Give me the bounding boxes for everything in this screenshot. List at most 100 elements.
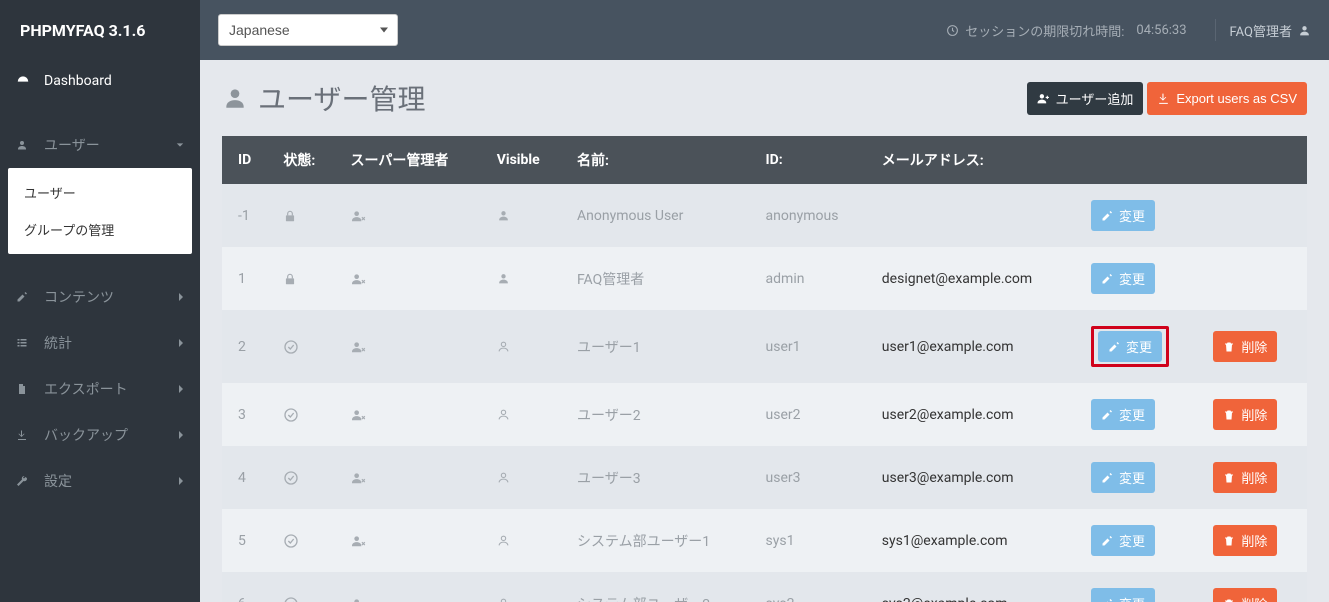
wrench-icon: [16, 475, 34, 487]
delete-button[interactable]: 削除: [1213, 525, 1277, 556]
pencil-icon: [1101, 472, 1113, 484]
user-icon: [497, 340, 510, 353]
trash-icon: [1223, 598, 1235, 602]
cell-delete: 削除: [1201, 446, 1307, 509]
cell-edit: 変更: [1079, 383, 1201, 446]
cell-id: 1: [222, 247, 271, 310]
sidebar-item-stats[interactable]: 統計: [0, 320, 200, 366]
chevron-right-icon: [178, 476, 184, 486]
cell-delete: 削除: [1201, 509, 1307, 572]
cell-id: 6: [222, 572, 271, 602]
page-title: ユーザー管理: [222, 78, 425, 118]
col-name: 名前:: [565, 136, 754, 184]
cell-login: sys2: [754, 572, 870, 602]
user-icon: [222, 85, 248, 111]
cell-edit: 変更: [1079, 572, 1201, 602]
cell-email: user3@example.com: [870, 446, 1079, 509]
delete-label: 削除: [1241, 405, 1267, 424]
delete-label: 削除: [1241, 531, 1267, 550]
highlight-box: 変更: [1091, 326, 1169, 367]
edit-label: 変更: [1119, 531, 1145, 550]
sidebar-item-settings[interactable]: 設定: [0, 458, 200, 504]
cell-visible: [485, 572, 565, 602]
pencil-icon: [1101, 273, 1113, 285]
delete-button[interactable]: 削除: [1213, 399, 1277, 430]
cell-name: システム部ユーザー1: [565, 509, 754, 572]
user-times-icon: [351, 408, 367, 422]
edit-button[interactable]: 変更: [1091, 399, 1155, 430]
delete-button[interactable]: 削除: [1213, 462, 1277, 493]
sidebar-sub-groups[interactable]: グループの管理: [8, 211, 192, 248]
divider: [1215, 19, 1216, 41]
table-row: 4ユーザー3user3user3@example.com変更削除: [222, 446, 1307, 509]
lock-icon: [283, 272, 297, 286]
user-icon: [497, 408, 510, 421]
cell-login: sys1: [754, 509, 870, 572]
sidebar-item-contents[interactable]: コンテンツ: [0, 274, 200, 320]
sidebar-item-backup[interactable]: バックアップ: [0, 412, 200, 458]
edit-button[interactable]: 変更: [1091, 525, 1155, 556]
edit-button[interactable]: 変更: [1091, 462, 1155, 493]
user-icon: [497, 272, 510, 285]
cell-name: Anonymous User: [565, 184, 754, 247]
cell-status: [271, 310, 338, 383]
delete-label: 削除: [1241, 594, 1267, 602]
edit-button[interactable]: 変更: [1091, 200, 1155, 231]
cell-id: 3: [222, 383, 271, 446]
cell-email: sys2@example.com: [870, 572, 1079, 602]
cell-login: user1: [754, 310, 870, 383]
cell-login: anonymous: [754, 184, 870, 247]
page-title-text: ユーザー管理: [258, 78, 425, 118]
trash-icon: [1223, 535, 1235, 547]
table-row: 6システム部ユーザー2sys2sys2@example.com変更削除: [222, 572, 1307, 602]
chevron-right-icon: [178, 338, 184, 348]
pencil-icon: [1108, 341, 1120, 353]
cell-id: 2: [222, 310, 271, 383]
cell-delete: [1201, 184, 1307, 247]
edit-button[interactable]: 変更: [1091, 588, 1155, 602]
chevron-right-icon: [178, 292, 184, 302]
delete-button[interactable]: 削除: [1213, 331, 1277, 362]
admin-menu[interactable]: FAQ管理者: [1230, 21, 1311, 40]
trash-icon: [1223, 341, 1235, 353]
cell-visible: [485, 446, 565, 509]
export-csv-button[interactable]: Export users as CSV: [1147, 82, 1307, 115]
edit-label: 変更: [1119, 405, 1145, 424]
check-circle-icon: [283, 533, 299, 549]
cell-name: ユーザー2: [565, 383, 754, 446]
user-icon: [497, 534, 510, 547]
cell-status: [271, 247, 338, 310]
cell-super: [339, 446, 485, 509]
cell-email: user1@example.com: [870, 310, 1079, 383]
cell-delete: [1201, 247, 1307, 310]
edit-button[interactable]: 変更: [1091, 263, 1155, 294]
delete-button[interactable]: 削除: [1213, 588, 1277, 602]
chevron-down-icon: [176, 141, 184, 149]
lock-icon: [283, 209, 297, 223]
edit-label: 変更: [1126, 337, 1152, 356]
cell-name: ユーザー3: [565, 446, 754, 509]
edit-button[interactable]: 変更: [1098, 331, 1162, 362]
session-timer: セッションの期限切れ時間: 04:56:33: [946, 21, 1186, 40]
user-icon: [497, 471, 510, 484]
sidebar-label: Dashboard: [44, 73, 184, 89]
cell-edit: 変更: [1079, 310, 1201, 383]
col-visible: Visible: [485, 136, 565, 184]
cell-email: user2@example.com: [870, 383, 1079, 446]
user-times-icon: [351, 597, 367, 602]
sidebar-item-export[interactable]: エクスポート: [0, 366, 200, 412]
cell-visible: [485, 310, 565, 383]
user-icon: [497, 597, 510, 602]
sidebar-sub-users[interactable]: ユーザー: [8, 174, 192, 211]
col-login: ID:: [754, 136, 870, 184]
cell-email: [870, 184, 1079, 247]
add-user-button[interactable]: ユーザー追加: [1027, 82, 1144, 115]
sidebar-item-user[interactable]: ユーザー: [0, 122, 200, 168]
col-actions1: [1079, 136, 1201, 184]
language-select[interactable]: Japanese: [218, 14, 398, 46]
cell-visible: [485, 247, 565, 310]
sidebar-item-dashboard[interactable]: Dashboard: [0, 60, 200, 102]
chevron-right-icon: [178, 384, 184, 394]
edit-label: 変更: [1119, 269, 1145, 288]
cell-super: [339, 310, 485, 383]
